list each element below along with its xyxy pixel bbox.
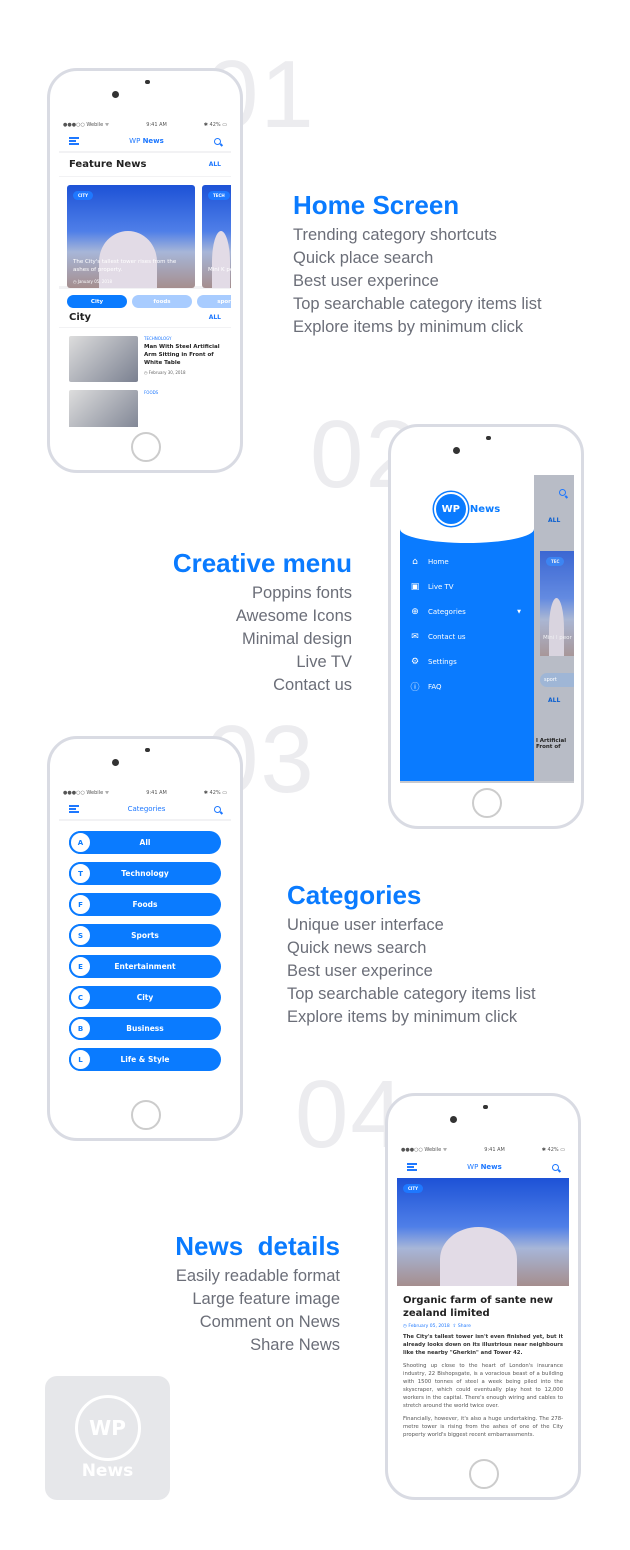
- home-icon: ⌂: [412, 556, 418, 567]
- home-button: [131, 432, 161, 462]
- phone-home-screen: ●●●○○ Webile ᯤ 9:41 AM ✱ 42% ▭ WP News Fea…: [47, 68, 243, 473]
- thumbnail: [69, 390, 138, 427]
- category-life-style[interactable]: L Life & Style: [69, 1048, 221, 1071]
- see-all-link: ALL: [548, 697, 561, 704]
- category-technology[interactable]: T Technology: [69, 862, 221, 885]
- city-title: City: [69, 312, 92, 323]
- phone-categories-screen: ●●●○○ Webile ᯤ 9:41 AM ✱ 42% ▭ Categories …: [47, 736, 243, 1141]
- feature-image: CITY: [397, 1178, 569, 1286]
- gear-icon: ⚙: [410, 656, 420, 667]
- category-tag: TECH: [208, 191, 230, 200]
- feature-card[interactable]: TECH Mini K peor: [202, 185, 231, 288]
- category-tag: CITY: [403, 1184, 424, 1193]
- home-button: [469, 1459, 499, 1489]
- chip-city[interactable]: City: [67, 295, 127, 308]
- menu-icon[interactable]: [407, 1163, 417, 1171]
- plus-circle-icon: ⊕: [411, 606, 419, 617]
- section-home-screen: Home Screen Trending category shortcuts Q…: [293, 190, 542, 336]
- category-all[interactable]: A All: [69, 831, 221, 854]
- article-lead: The City's tallest tower isn't even fini…: [403, 1334, 563, 1356]
- list-item[interactable]: TECHNOLOGY Man With Steel Artificial Arm …: [59, 336, 231, 382]
- logo-news: News: [81, 1461, 134, 1481]
- thumbnail: [69, 336, 138, 382]
- menu-item-categories[interactable]: ⊕ Categories ▼: [400, 599, 534, 624]
- feature-card[interactable]: CITY The City's tallest tower rises from…: [67, 185, 195, 288]
- article-date: ◷ February 05, 2018: [403, 1324, 450, 1329]
- app-title: WP News: [467, 1163, 502, 1171]
- card-caption: Mini l peor: [543, 635, 572, 641]
- app-title: WP News: [129, 137, 164, 145]
- phone-news-details: ●●●○○ Webile ᯤ 9:41 AM ✱ 42% ▭ WP News CIT…: [385, 1093, 581, 1500]
- article-paragraph: Shooting up close to the heart of London…: [403, 1363, 563, 1409]
- category-foods[interactable]: F Foods: [69, 893, 221, 916]
- category-tag: TEC: [546, 557, 565, 566]
- category-entertainment[interactable]: E Entertainment: [69, 955, 221, 978]
- see-all-link[interactable]: ALL: [209, 314, 221, 321]
- menu-item-faq[interactable]: ⓘ FAQ: [400, 674, 534, 699]
- chip-sports[interactable]: sports: [197, 295, 231, 308]
- chip-sports: sport: [540, 673, 574, 687]
- see-all-link[interactable]: ALL: [209, 161, 221, 168]
- side-drawer: WP News ⌂ Home ▣ Live TV ⊕ Categories ▼ ✉ Cont…: [400, 475, 534, 781]
- section-creative-menu: Creative menu Poppins fonts Awesome Icons…: [172, 548, 352, 694]
- list-item-title: l Artificial Front of: [536, 738, 567, 750]
- see-all-link: ALL: [548, 517, 561, 524]
- category-business[interactable]: B Business: [69, 1017, 221, 1040]
- feature-card: TEC Mini l peor: [540, 551, 574, 656]
- share-link[interactable]: ⇧ Share: [453, 1324, 471, 1329]
- home-button: [472, 788, 502, 818]
- logo-wp: WP: [74, 1395, 141, 1461]
- section-news-details: News details Easily readable format Large…: [175, 1231, 340, 1354]
- drawer-logo: WP News: [400, 475, 534, 543]
- tv-icon: ▣: [410, 581, 420, 592]
- mail-icon: ✉: [411, 631, 419, 642]
- list-item[interactable]: FOODS: [59, 390, 231, 427]
- category-sports[interactable]: S Sports: [69, 924, 221, 947]
- search-icon[interactable]: [213, 137, 221, 145]
- card-caption: The City's tallest tower rises from the …: [73, 259, 177, 273]
- search-icon[interactable]: [551, 1163, 559, 1171]
- caret-down-icon: ▼: [517, 608, 521, 615]
- section-categories: Categories Unique user interface Quick ne…: [287, 880, 536, 1026]
- category-tag: CITY: [73, 191, 94, 200]
- menu-icon[interactable]: [69, 805, 79, 813]
- search-icon[interactable]: [213, 805, 221, 813]
- article-title: Organic farm of sante new zealand limite…: [403, 1295, 553, 1319]
- menu-item-live-tv[interactable]: ▣ Live TV: [400, 574, 534, 599]
- home-button: [131, 1100, 161, 1130]
- menu-item-home[interactable]: ⌂ Home: [400, 549, 534, 574]
- menu-icon[interactable]: [69, 137, 79, 145]
- feature-news-title: Feature News: [69, 159, 147, 170]
- app-logo-tile: WP News: [45, 1376, 170, 1500]
- category-city[interactable]: C City: [69, 986, 221, 1009]
- question-icon: ⓘ: [410, 683, 420, 693]
- phone-menu-screen: ALL TEC Mini l peor sport ALL l Artifici…: [388, 424, 584, 829]
- menu-item-contact[interactable]: ✉ Contact us: [400, 624, 534, 649]
- card-date: ◷ January 05, 2018: [73, 279, 113, 284]
- search-icon: [559, 489, 566, 496]
- card-caption: Mini K peor: [208, 267, 231, 273]
- status-bar: ●●●○○ Webile ᯤ 9:41 AM ✱ 42% ▭: [63, 122, 227, 128]
- chip-foods[interactable]: foods: [132, 295, 192, 308]
- screen-title: Categories: [127, 805, 166, 813]
- article-paragraph: Financially, however, it's also a huge u…: [403, 1416, 563, 1438]
- menu-item-settings[interactable]: ⚙ Settings: [400, 649, 534, 674]
